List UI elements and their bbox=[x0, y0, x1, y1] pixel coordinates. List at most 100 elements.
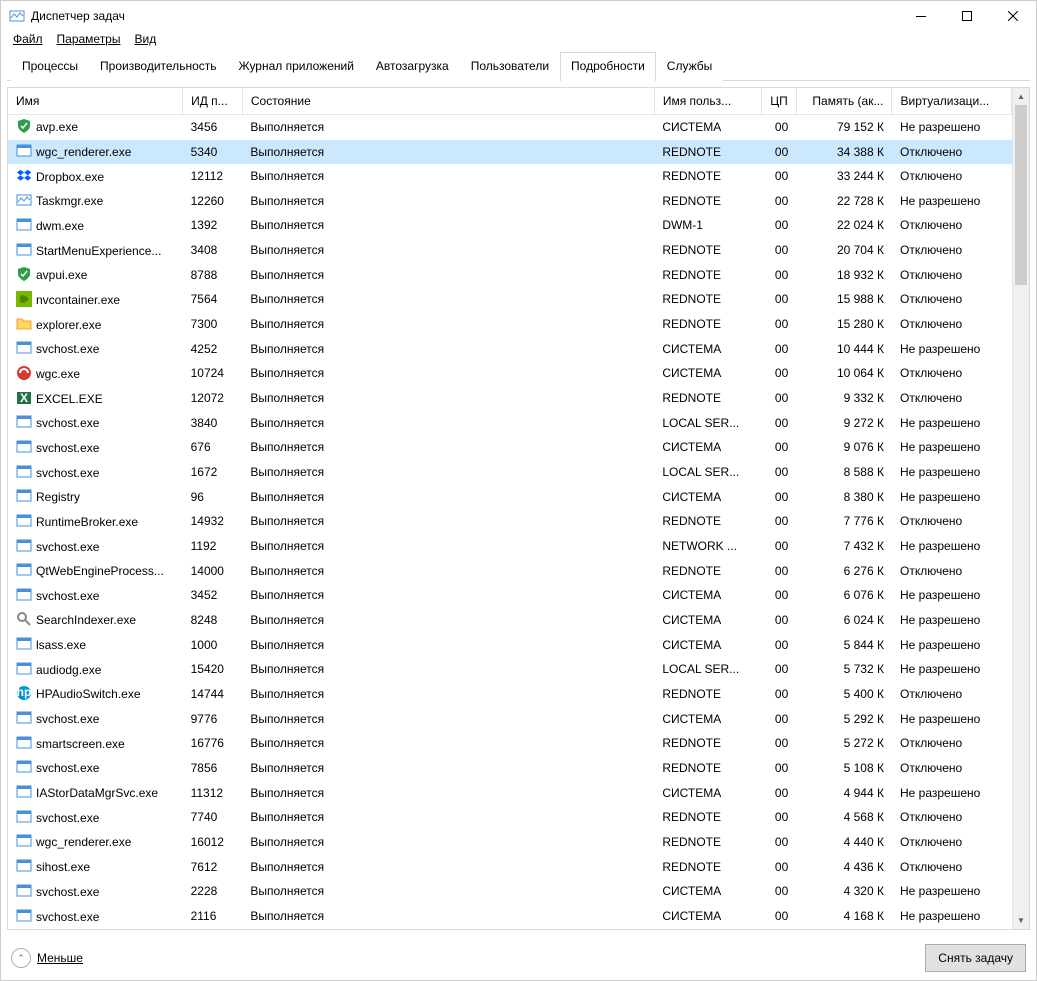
app-blue-icon bbox=[16, 538, 32, 554]
cell-user: REDNOTE bbox=[654, 756, 761, 781]
cell-name: StartMenuExperience... bbox=[8, 238, 183, 263]
cell-user: REDNOTE bbox=[654, 189, 761, 214]
table-row[interactable]: wgc.exe10724ВыполняетсяСИСТЕМА0010 064 К… bbox=[8, 362, 1012, 387]
col-header-virt[interactable]: Виртуализаци... bbox=[892, 88, 1012, 115]
table-row[interactable]: audiodg.exe15420ВыполняетсяLOCAL SER...0… bbox=[8, 657, 1012, 682]
col-header-status[interactable]: Состояние bbox=[242, 88, 654, 115]
scroll-up-icon[interactable]: ▲ bbox=[1013, 88, 1029, 105]
cell-name: svchost.exe bbox=[8, 460, 183, 485]
table-row[interactable]: avp.exe3456ВыполняетсяСИСТЕМА0079 152 КН… bbox=[8, 115, 1012, 140]
table-row[interactable]: svchost.exe7856ВыполняетсяREDNOTE005 108… bbox=[8, 756, 1012, 781]
cell-name: explorer.exe bbox=[8, 312, 183, 337]
cell-pid: 3452 bbox=[183, 583, 243, 608]
table-row[interactable]: XEXCEL.EXE12072ВыполняетсяREDNOTE009 332… bbox=[8, 386, 1012, 411]
fewer-details-toggle[interactable]: ⌃ Меньше bbox=[11, 948, 83, 968]
cell-cpu: 00 bbox=[762, 436, 797, 461]
titlebar[interactable]: Диспетчер задач bbox=[1, 1, 1036, 31]
cell-cpu: 00 bbox=[762, 337, 797, 362]
menu-file[interactable]: Файл bbox=[7, 30, 49, 48]
table-row[interactable]: sihost.exe7612ВыполняетсяREDNOTE004 436 … bbox=[8, 855, 1012, 880]
task-manager-window: Диспетчер задач Файл Параметры Вид Проце… bbox=[0, 0, 1037, 981]
close-button[interactable] bbox=[990, 1, 1036, 31]
cell-cpu: 00 bbox=[762, 238, 797, 263]
table-row[interactable]: wgc_renderer.exe5340ВыполняетсяREDNOTE00… bbox=[8, 140, 1012, 165]
cell-pid: 12112 bbox=[183, 164, 243, 189]
table-row[interactable]: svchost.exe7740ВыполняетсяREDNOTE004 568… bbox=[8, 805, 1012, 830]
table-row[interactable]: svchost.exe1192ВыполняетсяNETWORK ...007… bbox=[8, 534, 1012, 559]
cell-cpu: 00 bbox=[762, 559, 797, 584]
table-row[interactable]: Dropbox.exe12112ВыполняетсяREDNOTE0033 2… bbox=[8, 164, 1012, 189]
wgc-icon bbox=[16, 365, 32, 381]
table-row[interactable]: StartMenuExperience...3408ВыполняетсяRED… bbox=[8, 238, 1012, 263]
col-header-pid[interactable]: ИД п... bbox=[183, 88, 243, 115]
cell-cpu: 00 bbox=[762, 485, 797, 510]
table-row[interactable]: svchost.exe1672ВыполняетсяLOCAL SER...00… bbox=[8, 460, 1012, 485]
cell-pid: 1392 bbox=[183, 214, 243, 239]
table-row[interactable]: svchost.exe676ВыполняетсяСИСТЕМА009 076 … bbox=[8, 436, 1012, 461]
table-row[interactable]: RuntimeBroker.exe14932ВыполняетсяREDNOTE… bbox=[8, 510, 1012, 535]
maximize-button[interactable] bbox=[944, 1, 990, 31]
cell-cpu: 00 bbox=[762, 214, 797, 239]
table-row[interactable]: svchost.exe9776ВыполняетсяСИСТЕМА005 292… bbox=[8, 707, 1012, 732]
end-task-button[interactable]: Снять задачу bbox=[925, 944, 1026, 972]
cell-status: Выполняется bbox=[242, 756, 654, 781]
cell-status: Выполняется bbox=[242, 879, 654, 904]
table-row[interactable]: Taskmgr.exe12260ВыполняетсяREDNOTE0022 7… bbox=[8, 189, 1012, 214]
cell-user: NETWORK ... bbox=[654, 534, 761, 559]
details-content: Имя ИД п... Состояние Имя польз... ЦП Па… bbox=[7, 87, 1030, 930]
menu-view[interactable]: Вид bbox=[128, 30, 162, 48]
tab-users[interactable]: Пользователи bbox=[460, 52, 560, 81]
menu-options[interactable]: Параметры bbox=[51, 30, 127, 48]
vertical-scrollbar[interactable]: ▲ ▼ bbox=[1012, 88, 1029, 929]
col-header-cpu[interactable]: ЦП bbox=[762, 88, 797, 115]
cell-name: svchost.exe bbox=[8, 904, 183, 929]
table-row[interactable]: svchost.exe2228ВыполняетсяСИСТЕМА004 320… bbox=[8, 879, 1012, 904]
table-row[interactable]: svchost.exe3840ВыполняетсяLOCAL SER...00… bbox=[8, 411, 1012, 436]
tab-startup[interactable]: Автозагрузка bbox=[365, 52, 460, 81]
col-header-user[interactable]: Имя польз... bbox=[654, 88, 761, 115]
table-row[interactable]: hpHPAudioSwitch.exe14744ВыполняетсяREDNO… bbox=[8, 682, 1012, 707]
table-row[interactable]: Registry96ВыполняетсяСИСТЕМА008 380 КНе … bbox=[8, 485, 1012, 510]
cell-virt: Не разрешено bbox=[892, 534, 1012, 559]
cell-virt: Отключено bbox=[892, 805, 1012, 830]
tab-details[interactable]: Подробности bbox=[560, 52, 656, 81]
table-row[interactable]: smartscreen.exe16776ВыполняетсяREDNOTE00… bbox=[8, 731, 1012, 756]
scroll-down-icon[interactable]: ▼ bbox=[1013, 912, 1029, 929]
table-row[interactable]: explorer.exe7300ВыполняетсяREDNOTE0015 2… bbox=[8, 312, 1012, 337]
table-row[interactable]: wgc_renderer.exe16012ВыполняетсяREDNOTE0… bbox=[8, 830, 1012, 855]
tab-performance[interactable]: Производительность bbox=[89, 52, 227, 81]
cell-pid: 4252 bbox=[183, 337, 243, 362]
col-header-memory[interactable]: Память (ак... bbox=[796, 88, 892, 115]
app-blue-icon bbox=[16, 883, 32, 899]
process-table[interactable]: Имя ИД п... Состояние Имя польз... ЦП Па… bbox=[8, 88, 1012, 929]
table-row[interactable]: avpui.exe8788ВыполняетсяREDNOTE0018 932 … bbox=[8, 263, 1012, 288]
table-row[interactable]: svchost.exe3452ВыполняетсяСИСТЕМА006 076… bbox=[8, 583, 1012, 608]
cell-cpu: 00 bbox=[762, 879, 797, 904]
table-row[interactable]: dwm.exe1392ВыполняетсяDWM-10022 024 КОтк… bbox=[8, 214, 1012, 239]
tab-processes[interactable]: Процессы bbox=[11, 52, 89, 81]
cell-memory: 9 272 К bbox=[796, 411, 892, 436]
table-row[interactable]: svchost.exe2116ВыполняетсяСИСТЕМА004 168… bbox=[8, 904, 1012, 929]
minimize-button[interactable] bbox=[898, 1, 944, 31]
tab-apphistory[interactable]: Журнал приложений bbox=[228, 52, 365, 81]
table-row[interactable]: nvcontainer.exe7564ВыполняетсяREDNOTE001… bbox=[8, 288, 1012, 313]
table-row[interactable]: svchost.exe4252ВыполняетсяСИСТЕМА0010 44… bbox=[8, 337, 1012, 362]
table-row[interactable]: lsass.exe1000ВыполняетсяСИСТЕМА005 844 К… bbox=[8, 633, 1012, 658]
cell-status: Выполняется bbox=[242, 608, 654, 633]
cell-cpu: 00 bbox=[762, 682, 797, 707]
cell-cpu: 00 bbox=[762, 510, 797, 535]
table-row[interactable]: QtWebEngineProcess...14000ВыполняетсяRED… bbox=[8, 559, 1012, 584]
hp-icon: hp bbox=[16, 685, 32, 701]
cell-name: wgc_renderer.exe bbox=[8, 140, 183, 165]
app-blue-icon bbox=[16, 488, 32, 504]
cell-pid: 12072 bbox=[183, 386, 243, 411]
cell-pid: 7612 bbox=[183, 855, 243, 880]
table-row[interactable]: SearchIndexer.exe8248ВыполняетсяСИСТЕМА0… bbox=[8, 608, 1012, 633]
table-row[interactable]: IAStorDataMgrSvc.exe11312ВыполняетсяСИСТ… bbox=[8, 781, 1012, 806]
tab-services[interactable]: Службы bbox=[656, 52, 723, 81]
cell-name: SearchIndexer.exe bbox=[8, 608, 183, 633]
cell-virt: Отключено bbox=[892, 362, 1012, 387]
col-header-name[interactable]: Имя bbox=[8, 88, 183, 115]
cell-name: svchost.exe bbox=[8, 436, 183, 461]
scroll-thumb[interactable] bbox=[1015, 105, 1027, 285]
